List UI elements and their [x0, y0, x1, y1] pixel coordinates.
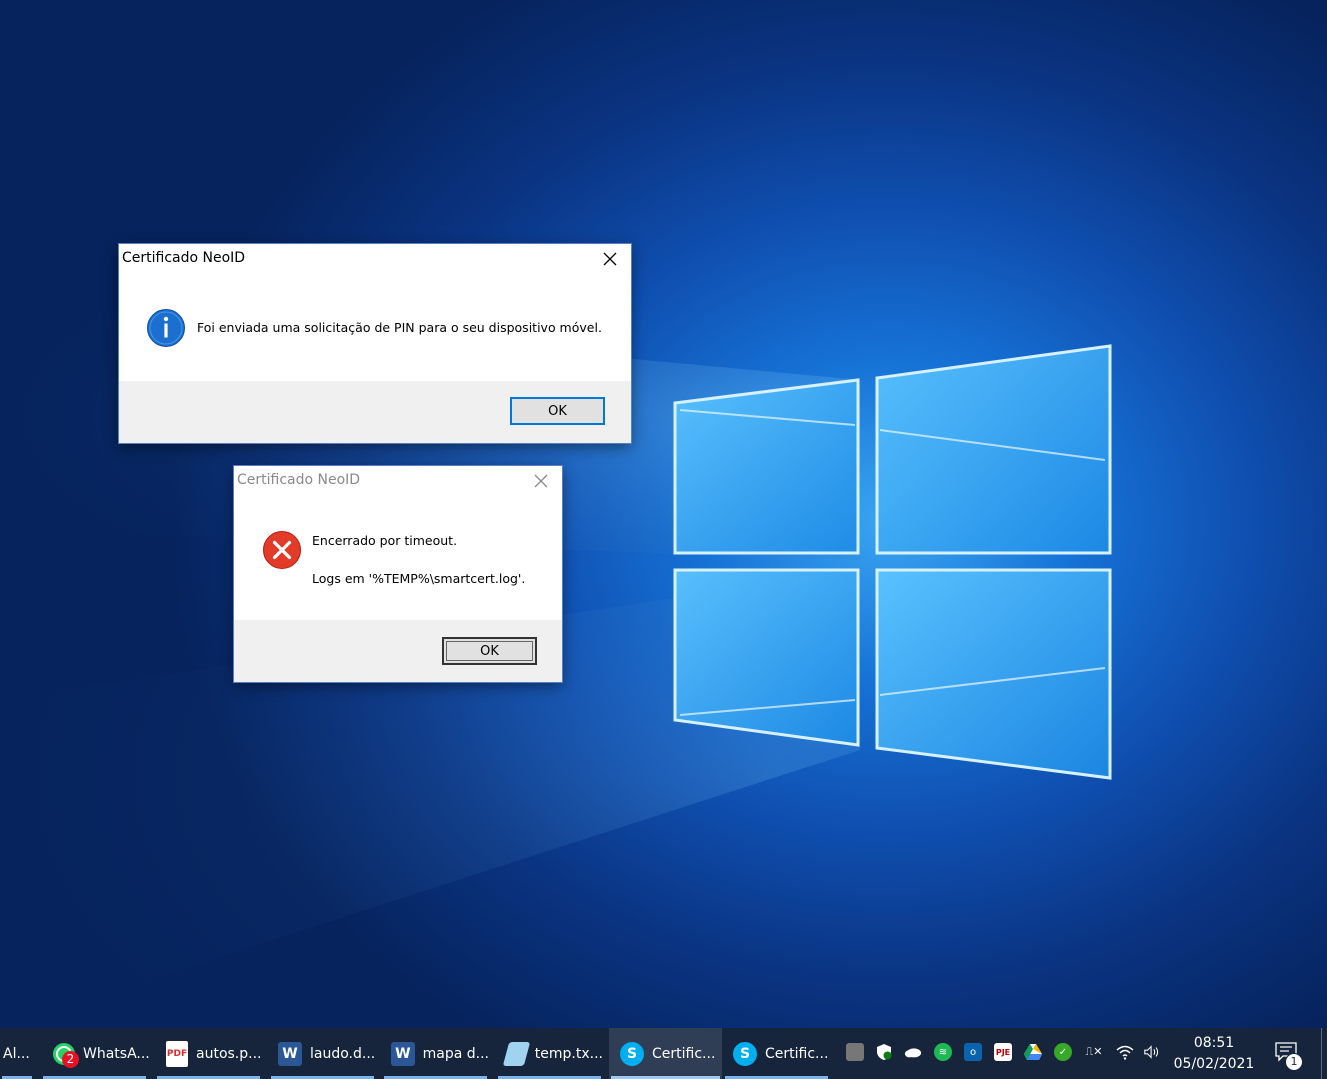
taskbar-item-label: WhatsA...: [83, 1045, 150, 1062]
close-icon: [603, 252, 617, 266]
clock-time: 08:51: [1193, 1035, 1235, 1051]
taskbar-item-label: Al...: [3, 1045, 30, 1062]
clock[interactable]: 08:51 05/02/2021: [1170, 1033, 1258, 1075]
taskbar-item-label: Certific...: [765, 1045, 829, 1062]
taskbar-item-word-mapa[interactable]: W mapa d...: [382, 1028, 489, 1079]
pje-icon[interactable]: PJE: [994, 1043, 1012, 1061]
close-button[interactable]: [526, 469, 556, 493]
close-button[interactable]: [595, 247, 625, 271]
notification-count-badge: 1: [1285, 1053, 1303, 1071]
taskbar-item-notepad[interactable]: temp.tx...: [496, 1028, 603, 1079]
taskbar-item-label: autos.p...: [196, 1045, 262, 1062]
security-shield-icon[interactable]: [875, 1043, 893, 1061]
outlook-icon[interactable]: o: [964, 1043, 982, 1061]
taskbar-item-app[interactable]: Al...: [0, 1028, 34, 1079]
error-icon: [263, 531, 301, 569]
skype-icon: S: [733, 1041, 757, 1066]
word-icon: W: [391, 1041, 415, 1066]
dialog-footer: OK: [119, 381, 631, 443]
skype-icon: S: [620, 1041, 644, 1066]
pin-request-dialog: Certificado NeoID Foi enviada uma solici…: [119, 244, 631, 443]
keyboard-layout-icon[interactable]: ⎍✕: [1083, 1043, 1105, 1061]
show-desktop-button[interactable]: [1321, 1028, 1327, 1079]
desktop: Certificado NeoID Foi enviada uma solici…: [0, 0, 1327, 1028]
spotify-icon[interactable]: ≋: [934, 1043, 952, 1061]
onedrive-icon[interactable]: [904, 1043, 922, 1061]
taskbar-item-label: laudo.d...: [310, 1045, 376, 1062]
ok-button[interactable]: OK: [442, 637, 537, 665]
notification-badge: 2: [62, 1050, 79, 1068]
wifi-icon[interactable]: [1116, 1043, 1134, 1061]
taskbar-item-whatsapp[interactable]: 2 WhatsA...: [41, 1028, 150, 1079]
taskbar-item-label: Certific...: [652, 1045, 716, 1062]
windows-logo-wallpaper: [0, 300, 1112, 1028]
sync-check-icon[interactable]: ✓: [1054, 1043, 1072, 1061]
info-icon: [147, 309, 185, 347]
whatsapp-icon: 2: [51, 1041, 79, 1068]
dialog-message: Foi enviada uma solicitação de PIN para …: [197, 320, 602, 335]
dialog-title: Certificado NeoID: [122, 250, 246, 266]
dialog-message-line2: Logs em '%TEMP%\smartcert.log'.: [312, 571, 526, 586]
taskbar-item-certificado-active[interactable]: S Certific...: [609, 1028, 722, 1079]
pdf-icon: PDF: [166, 1040, 188, 1067]
timeout-error-dialog: Certificado NeoID Encerrado por timeout.…: [234, 466, 562, 682]
taskbar-item-word-laudo[interactable]: W laudo.d...: [269, 1028, 376, 1079]
google-drive-icon[interactable]: [1024, 1043, 1042, 1061]
word-icon: W: [278, 1041, 302, 1066]
taskbar-item-pdf[interactable]: PDF autos.p...: [155, 1028, 262, 1079]
taskbar-item-label: mapa d...: [422, 1045, 489, 1062]
calculator-icon[interactable]: [846, 1043, 864, 1061]
ok-button[interactable]: OK: [510, 397, 605, 425]
dialog-title: Certificado NeoID: [237, 472, 361, 488]
volume-icon[interactable]: [1143, 1043, 1161, 1061]
close-icon: [534, 474, 548, 488]
action-center-button[interactable]: 1: [1273, 1042, 1303, 1071]
taskbar-item-certificado[interactable]: S Certific...: [723, 1028, 830, 1079]
taskbar-item-label: temp.tx...: [534, 1045, 603, 1062]
dialog-message-line1: Encerrado por timeout.: [312, 533, 458, 548]
clock-date: 05/02/2021: [1173, 1056, 1255, 1072]
dialog-footer: OK: [234, 620, 562, 682]
notepad-icon: [502, 1041, 531, 1066]
taskbar: Al... 2 WhatsA... PDF autos.p... W laudo…: [0, 1028, 1327, 1079]
